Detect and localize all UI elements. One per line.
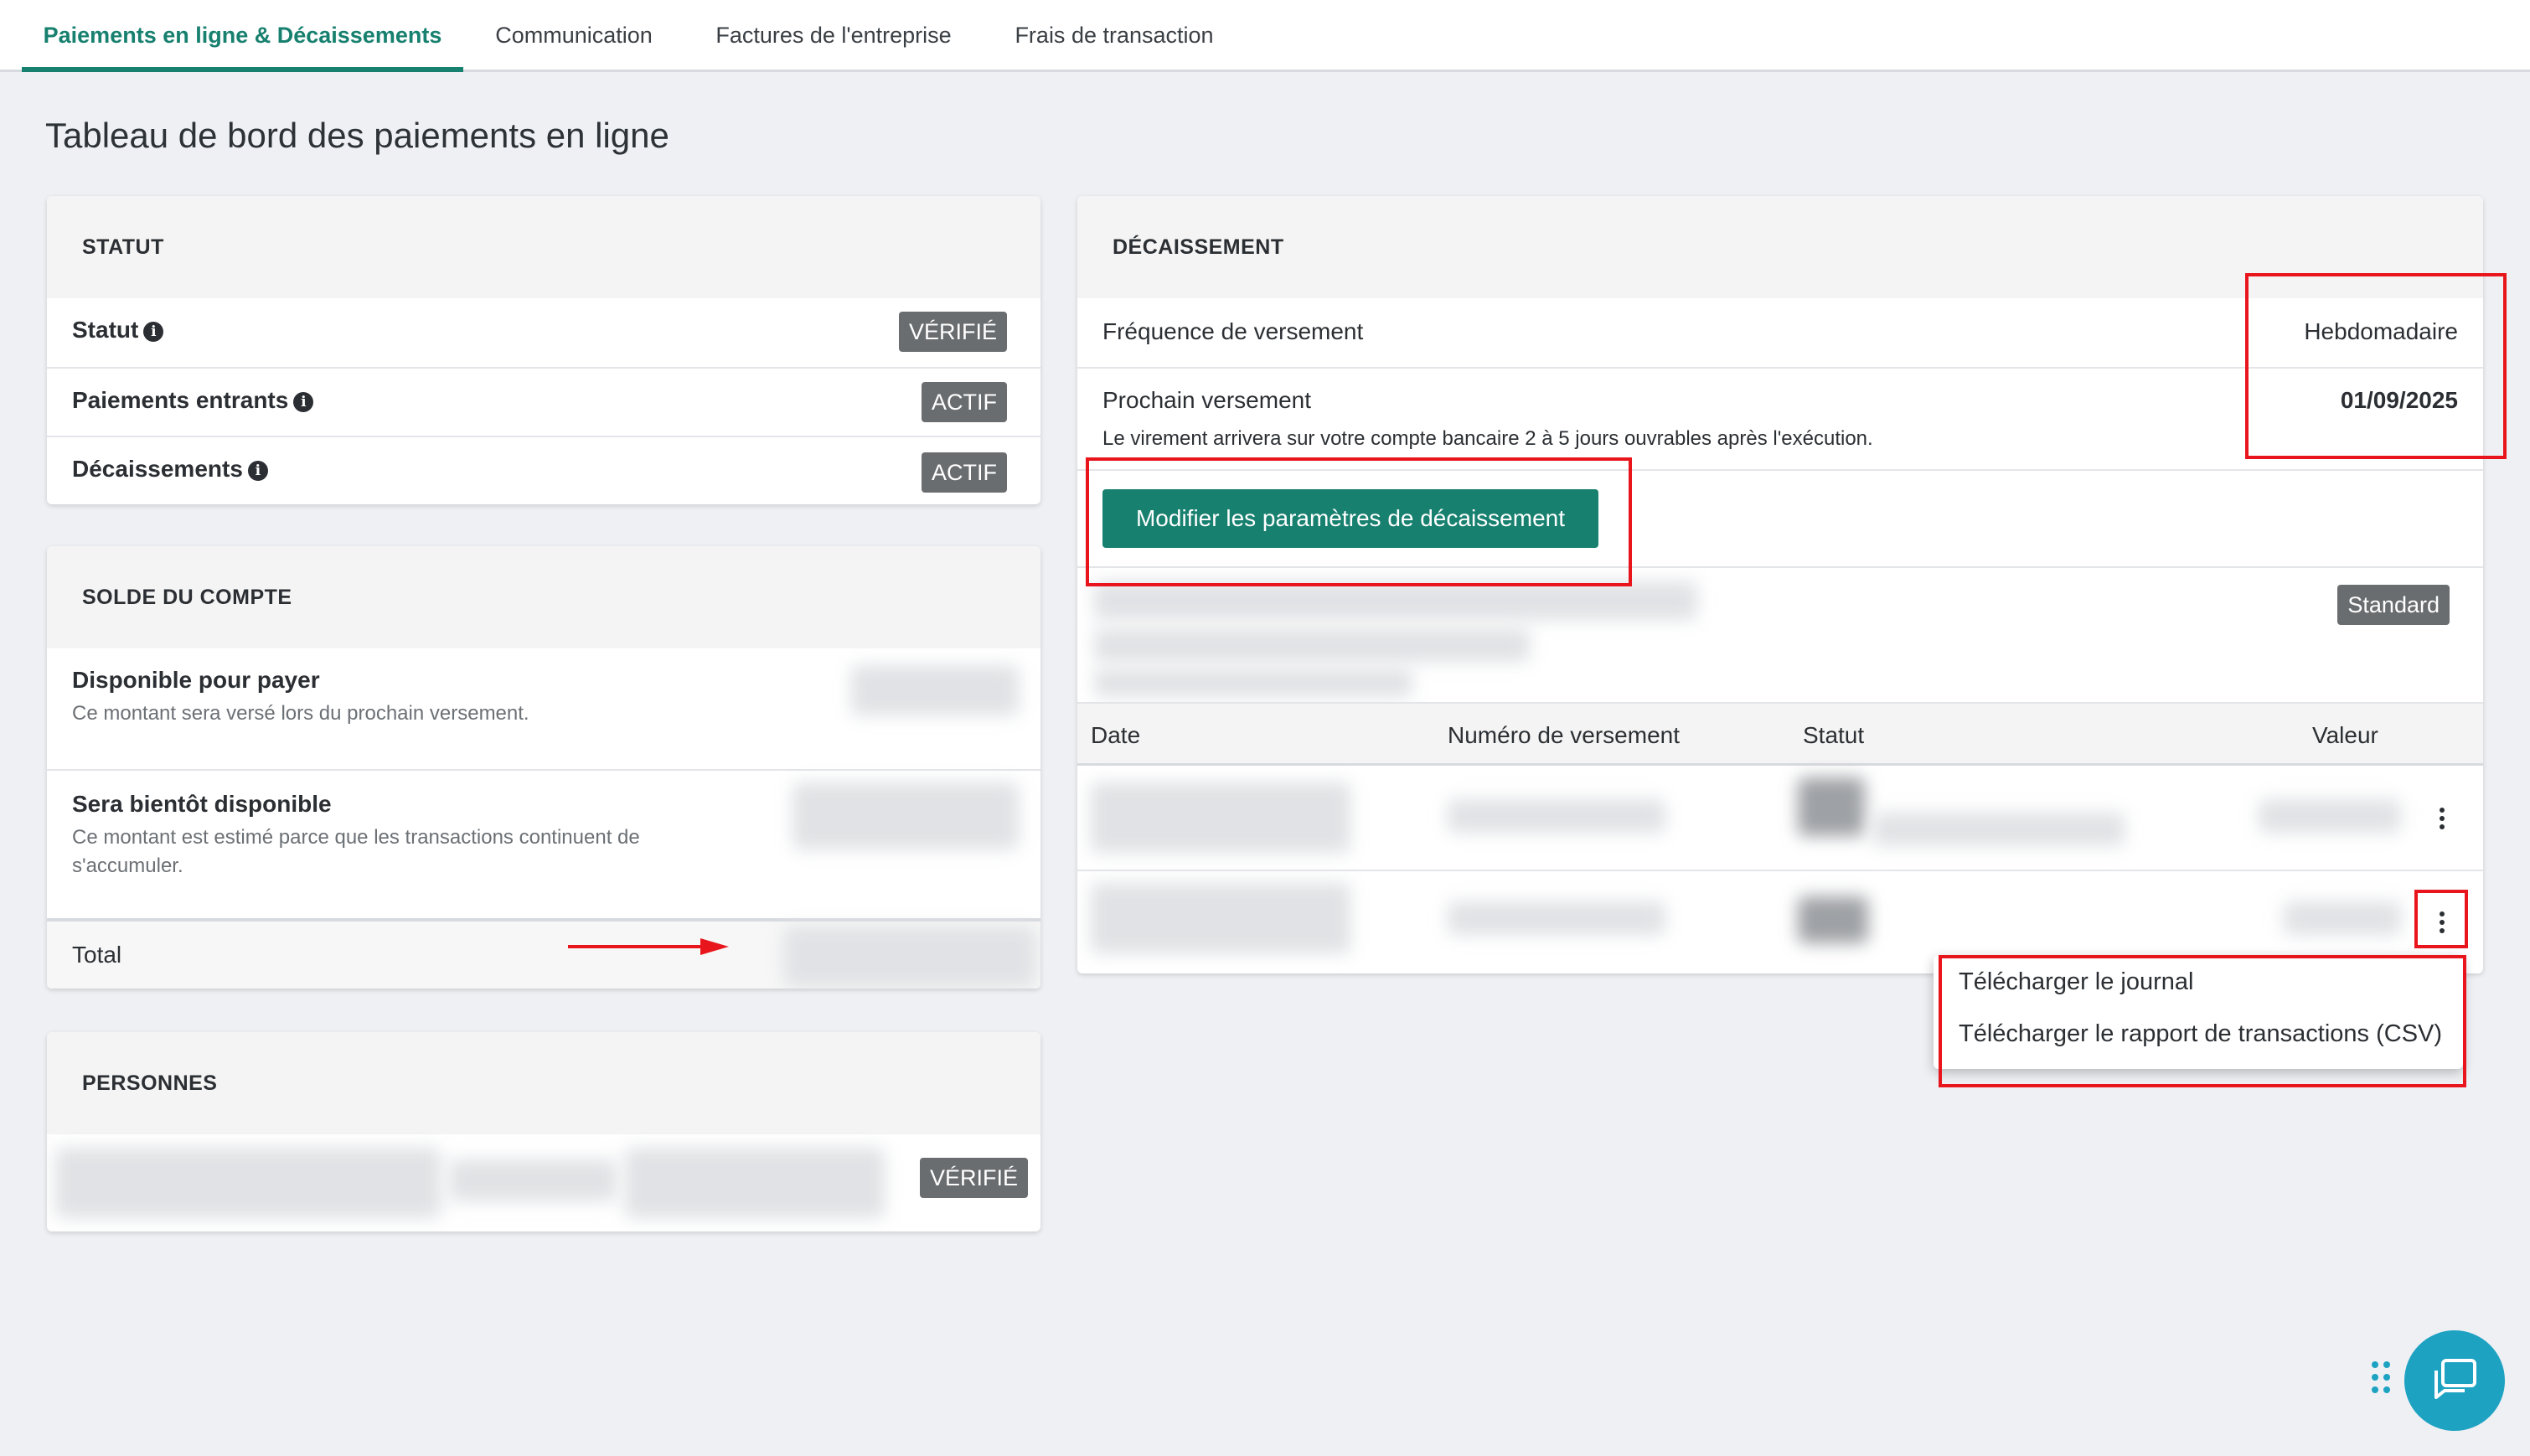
- redacted-status: [1798, 896, 1868, 943]
- kebab-menu-icon[interactable]: [2438, 911, 2446, 933]
- column-status[interactable]: Statut: [1803, 722, 1864, 749]
- column-payout-number[interactable]: Numéro de versement: [1448, 722, 1680, 749]
- status-badge: VÉRIFIÉ: [898, 312, 1007, 352]
- tab-company-invoices[interactable]: Factures de l'entreprise: [695, 0, 972, 72]
- next-payout-date: 01/09/2025: [2340, 387, 2458, 413]
- tab-transaction-fees[interactable]: Frais de transaction: [997, 0, 1231, 72]
- soon-available-label: Sera bientôt disponible: [72, 791, 332, 817]
- redacted-account-details: [1094, 628, 1530, 662]
- status-row-label: Statut i: [72, 317, 164, 343]
- incoming-payments-label: Paiements entrants i: [72, 387, 314, 414]
- payout-card-title: DÉCAISSEMENT: [1077, 196, 2483, 298]
- tab-communication[interactable]: Communication: [478, 0, 670, 72]
- status-badge: ACTIF: [922, 452, 1007, 493]
- account-type-badge: Standard: [2337, 585, 2450, 625]
- frequency-label: Fréquence de versement: [1102, 318, 1364, 344]
- redacted-role: [449, 1159, 617, 1201]
- next-payout-label: Prochain versement: [1102, 387, 1312, 413]
- modify-payout-settings-button[interactable]: Modifier les paramètres de décaissement: [1102, 489, 1598, 548]
- info-icon[interactable]: i: [247, 461, 268, 481]
- available-description: Ce montant sera versé lors du prochain v…: [72, 702, 529, 725]
- frequency-row: Fréquence de versement Hebdomadaire: [1077, 298, 2483, 367]
- status-card: STATUT Statut i VÉRIFIÉ Paiements entrant…: [47, 196, 1040, 504]
- people-card: PERSONNES VÉRIFIÉ: [47, 1032, 1040, 1231]
- redacted-amount: [784, 927, 1035, 987]
- redacted-status-detail: [1873, 813, 2125, 846]
- redacted-number: [1448, 901, 1665, 935]
- redacted-account-extra: [1094, 669, 1412, 697]
- payouts-row: Décaissements i ACTIF: [47, 436, 1040, 504]
- download-journal-item[interactable]: Télécharger le journal: [1959, 968, 2193, 996]
- chat-button[interactable]: [2404, 1330, 2505, 1431]
- available-row: Disponible pour payer Ce montant sera ve…: [47, 648, 1040, 769]
- redacted-email: [625, 1148, 885, 1218]
- payouts-label: Décaissements i: [72, 456, 268, 483]
- top-tab-bar: Paiements en ligne & Décaissements Commu…: [0, 0, 2530, 72]
- payout-table-header: Date Numéro de versement Statut Valeur: [1077, 702, 2483, 766]
- next-payout-row: Prochain versement 01/09/2025 Le viremen…: [1077, 367, 2483, 469]
- soon-available-row: Sera bientôt disponible Ce montant est e…: [47, 769, 1040, 918]
- redacted-name: [55, 1148, 441, 1218]
- download-transactions-csv-item[interactable]: Télécharger le rapport de transactions (…: [1959, 1020, 2442, 1048]
- soon-available-description-cont: s'accumuler.: [72, 854, 183, 877]
- bank-account-row: Standard: [1077, 566, 2483, 702]
- table-row[interactable]: [1077, 766, 2483, 870]
- status-badge: ACTIF: [922, 382, 1007, 422]
- redacted-date: [1091, 782, 1350, 853]
- redacted-account: [1094, 581, 1697, 620]
- tab-online-payments[interactable]: Paiements en ligne & Décaissements: [22, 0, 463, 72]
- arrow-icon: [568, 938, 729, 955]
- drag-handle-icon[interactable]: [2371, 1360, 2391, 1394]
- page-title: Tableau de bord des paiements en ligne: [45, 116, 669, 155]
- soon-available-description: Ce montant est estimé parce que les tran…: [72, 826, 640, 849]
- redacted-amount: [851, 665, 1019, 715]
- next-payout-description: Le virement arrivera sur votre compte ba…: [1102, 427, 1873, 450]
- redacted-status: [1798, 777, 1865, 836]
- total-row: Total: [47, 918, 1040, 989]
- column-date[interactable]: Date: [1091, 722, 1140, 749]
- status-badge: VÉRIFIÉ: [920, 1158, 1029, 1198]
- redacted-value: [2259, 799, 2401, 833]
- chat-icon: [2434, 1359, 2476, 1399]
- column-value[interactable]: Valeur: [2312, 722, 2378, 749]
- redacted-date: [1091, 883, 1350, 953]
- kebab-menu-icon[interactable]: [2438, 808, 2446, 829]
- row-actions-menu: Télécharger le journal Télécharger le ra…: [1934, 955, 2463, 1069]
- payout-card: DÉCAISSEMENT Fréquence de versement Hebd…: [1077, 196, 2483, 973]
- redacted-value: [2284, 901, 2401, 935]
- redacted-number: [1448, 799, 1665, 833]
- total-label: Total: [72, 942, 122, 968]
- balance-card-title: SOLDE DU COMPTE: [47, 546, 1040, 648]
- frequency-value: Hebdomadaire: [2304, 318, 2458, 344]
- redacted-amount: [793, 782, 1019, 849]
- incoming-payments-row: Paiements entrants i ACTIF: [47, 367, 1040, 436]
- person-row: VÉRIFIÉ: [47, 1134, 1040, 1231]
- balance-card: SOLDE DU COMPTE Disponible pour payer Ce…: [47, 546, 1040, 989]
- people-card-title: PERSONNES: [47, 1032, 1040, 1134]
- modify-row: Modifier les paramètres de décaissement: [1077, 469, 2483, 566]
- status-card-title: STATUT: [47, 196, 1040, 298]
- info-icon[interactable]: i: [293, 392, 314, 412]
- info-icon[interactable]: i: [143, 322, 164, 342]
- status-row: Statut i VÉRIFIÉ: [47, 298, 1040, 367]
- available-label: Disponible pour payer: [72, 667, 320, 693]
